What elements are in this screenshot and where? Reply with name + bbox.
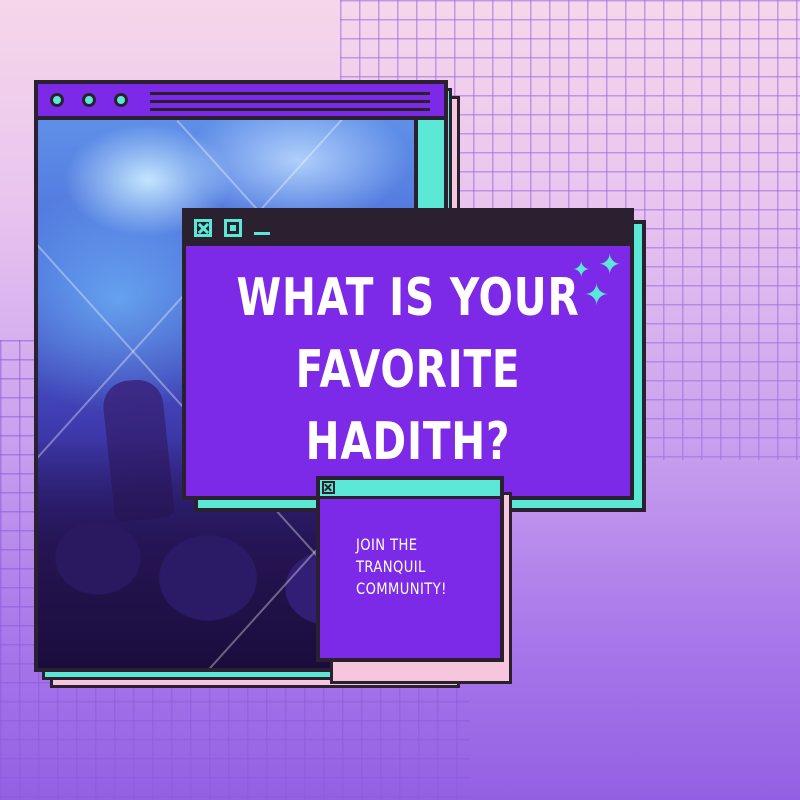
window-dot-icon <box>114 93 128 107</box>
close-icon[interactable] <box>322 481 335 494</box>
cta-line-2: TRANQUIL <box>356 557 426 576</box>
cta-window[interactable]: JOIN THE TRANQUIL COMMUNITY! <box>316 476 504 662</box>
titlebar-line <box>150 92 430 95</box>
cta-window-titlebar <box>320 480 500 499</box>
cta-line-3: COMMUNITY! <box>356 579 447 598</box>
cta-line-1: JOIN THE <box>356 535 418 554</box>
headline-line-1: WHAT IS YOUR <box>236 268 580 328</box>
headline-line-2: FAVORITE <box>295 340 521 400</box>
headline-window: WHAT IS YOUR FAVORITE HADITH? ✦ ✦ ✦ <box>182 208 634 500</box>
sparkle-large-icon: ✦ <box>598 248 622 281</box>
window-dot-icon <box>50 93 64 107</box>
maximize-icon[interactable] <box>224 219 242 237</box>
sparkle-large-icon: ✦ <box>584 278 610 313</box>
cta-text: JOIN THE TRANQUIL COMMUNITY! <box>356 534 447 600</box>
titlebar-line <box>150 108 430 111</box>
headline-line-3: HADITH? <box>305 412 511 472</box>
close-icon[interactable] <box>194 219 212 237</box>
window-dot-icon <box>82 93 96 107</box>
photo-window-titlebar <box>38 84 444 120</box>
titlebar-line <box>150 100 430 103</box>
headline-text: WHAT IS YOUR FAVORITE HADITH? <box>235 262 581 478</box>
headline-window-titlebar <box>186 212 630 246</box>
minimize-icon[interactable] <box>252 219 270 237</box>
